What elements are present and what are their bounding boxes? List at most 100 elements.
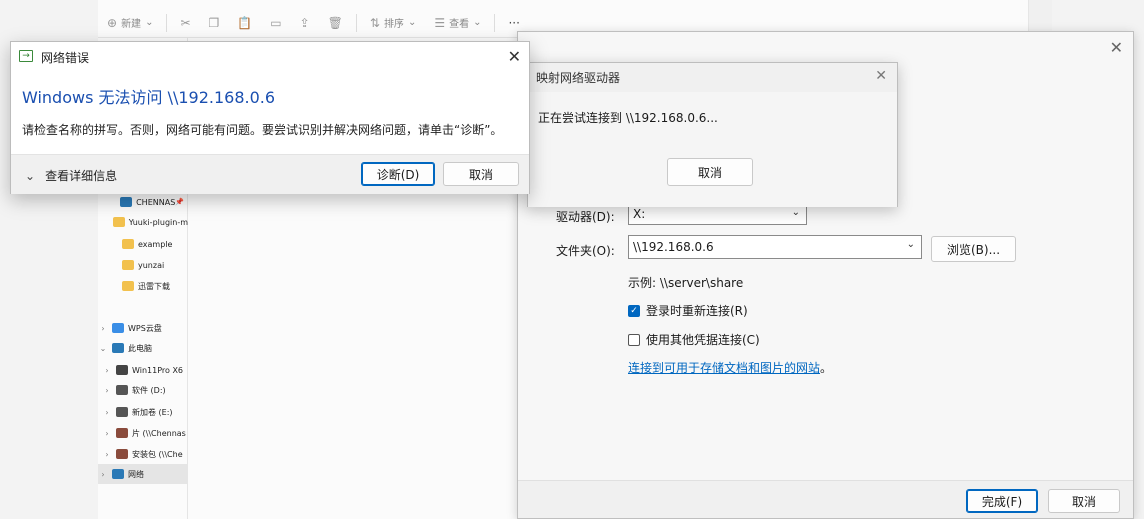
chevron-down-icon: ⌄ — [906, 239, 915, 250]
copy-button[interactable]: ❐ — [200, 8, 229, 38]
paste-icon: 📋 — [237, 15, 253, 30]
wizard-cancel-button[interactable]: 取消 — [1048, 489, 1120, 513]
checkmark-icon: ✓ — [628, 304, 640, 317]
cut-button[interactable]: ✂ — [171, 8, 199, 38]
error-dialog-titlebar: → 网络错误 ✕ — [11, 42, 529, 72]
delete-button[interactable]: 🗑 — [319, 8, 352, 38]
sidebar-item[interactable]: › Win11Pro X6 — [98, 360, 188, 380]
close-icon[interactable]: ✕ — [875, 68, 887, 84]
folder-icon — [122, 260, 134, 270]
nas-icon — [120, 197, 133, 207]
plus-icon: ⊕ — [107, 15, 118, 30]
error-cancel-button[interactable]: 取消 — [443, 162, 519, 186]
error-description: 请检查名称的拼写。否则，网络可能有问题。要尝试识别并解决网络问题，请单击“诊断”… — [22, 123, 503, 137]
sidebar-item[interactable]: › 安装包 (\\Che — [98, 444, 188, 464]
trash-icon: 🗑 — [327, 15, 343, 30]
folder-icon — [112, 217, 125, 227]
chevron-down-icon: ⌄ — [407, 17, 417, 28]
chevron-down-icon: ⌄ — [25, 168, 36, 183]
finish-button[interactable]: 完成(F) — [966, 489, 1038, 513]
chevron-right-icon[interactable]: › — [102, 366, 112, 375]
chevron-down-icon: ⌄ — [791, 207, 800, 218]
chevron-right-icon[interactable]: › — [102, 450, 112, 459]
sidebar-item[interactable]: › 新加卷 (E:) — [98, 402, 188, 422]
sidebar-item-label: 此电脑 — [128, 343, 152, 353]
example-text: 示例: \\server\share — [628, 276, 744, 290]
sidebar-item[interactable]: › 软件 (D:) — [98, 380, 188, 400]
connecting-cancel-button[interactable]: 取消 — [667, 158, 753, 186]
scissors-icon: ✂ — [180, 15, 191, 30]
view-button[interactable]: ☰ 查看 ⌄ — [425, 8, 490, 38]
drive-icon — [116, 365, 128, 375]
pin-icon: 📌 — [175, 198, 184, 206]
sidebar-item[interactable]: › WPS云盘 — [98, 318, 188, 338]
sort-icon: ⇅ — [369, 15, 380, 30]
rename-button[interactable]: ▭ — [261, 8, 290, 38]
paste-button[interactable]: 📋 — [228, 8, 261, 38]
chevron-right-icon[interactable]: › — [102, 386, 112, 395]
sidebar-item-label: 安装包 (\\Che — [132, 449, 183, 459]
sidebar-item-label: 软件 (D:) — [132, 385, 166, 395]
sidebar-item[interactable]: CHENNAS 📌 — [98, 192, 188, 212]
chevron-down-icon: ⌄ — [145, 17, 154, 28]
new-button[interactable]: ⊕ 新建 ⌄ — [98, 8, 162, 38]
connecting-dialog-title: 映射网络驱动器 — [536, 71, 621, 85]
diagnose-button[interactable]: 诊断(D) — [361, 162, 435, 186]
chevron-right-icon[interactable]: › — [102, 408, 112, 417]
show-details-toggle[interactable]: ⌄ 查看详细信息 — [25, 167, 117, 184]
toolbar-divider — [166, 13, 168, 32]
sidebar-item[interactable]: ⌄ 此电脑 — [98, 338, 188, 358]
chevron-right-icon[interactable]: › — [98, 324, 108, 333]
sort-button[interactable]: ⇅ 排序 ⌄ — [361, 8, 425, 38]
view-icon: ☰ — [434, 15, 446, 30]
network-error-dialog: → 网络错误 ✕ Windows 无法访问 \\192.168.0.6 请检查名… — [10, 41, 530, 194]
sidebar-item[interactable]: Yuuki-plugin-m — [98, 212, 188, 232]
sidebar-item[interactable]: yunzai — [98, 255, 188, 275]
network-icon — [112, 469, 124, 479]
other-credentials-checkbox[interactable]: 使用其他凭据连接(C) — [628, 331, 760, 348]
chevron-down-icon[interactable]: ⌄ — [98, 344, 108, 353]
folder-label: 文件夹(O): — [556, 244, 615, 258]
sidebar-item-label: 片 (\\Chennas — [132, 428, 186, 438]
close-icon[interactable]: ✕ — [508, 47, 521, 66]
close-icon[interactable]: ✕ — [1110, 38, 1123, 57]
website-link-row: 连接到可用于存储文档和图片的网站。 — [628, 361, 833, 375]
sidebar-item-label: example — [138, 239, 173, 249]
computer-icon — [112, 343, 124, 353]
sidebar-item-label: WPS云盘 — [128, 323, 162, 333]
sidebar-item[interactable]: example — [98, 234, 188, 254]
copy-icon: ❐ — [208, 15, 220, 30]
network-drive-icon — [116, 428, 128, 438]
reconnect-checkbox[interactable]: ✓ 登录时重新连接(R) — [628, 302, 748, 319]
sidebar-item[interactable]: 迅雷下载 — [98, 276, 188, 296]
website-link[interactable]: 连接到可用于存储文档和图片的网站 — [628, 361, 820, 375]
network-error-icon: → — [19, 50, 33, 62]
folder-icon — [122, 239, 134, 249]
sidebar-item-label: yunzai — [138, 260, 165, 270]
cloud-icon — [112, 323, 124, 333]
share-icon: ⇪ — [299, 15, 310, 30]
sidebar-item-label: Win11Pro X6 — [132, 365, 184, 375]
browse-button[interactable]: 浏览(B)... — [931, 236, 1016, 262]
sidebar-item[interactable]: › 片 (\\Chennas — [98, 423, 188, 443]
error-dialog-title: 网络错误 — [41, 51, 90, 65]
drive-label: 驱动器(D): — [556, 210, 615, 224]
sidebar-item-label: 迅雷下载 — [138, 281, 170, 291]
chevron-right-icon[interactable]: › — [98, 470, 108, 479]
sidebar-item-label: 网络 — [128, 469, 144, 479]
rename-icon: ▭ — [270, 15, 282, 30]
folder-combobox[interactable]: \\192.168.0.6 ⌄ — [628, 235, 922, 259]
share-button[interactable]: ⇪ — [291, 8, 319, 38]
drive-icon — [116, 407, 128, 417]
chevron-right-icon[interactable]: › — [102, 429, 112, 438]
chevron-down-icon: ⌄ — [473, 17, 482, 28]
drive-icon — [116, 385, 128, 395]
sidebar-item[interactable]: › 网络 — [98, 464, 188, 484]
error-heading: Windows 无法访问 \\192.168.0.6 — [22, 88, 276, 107]
sidebar-item-label: 新加卷 (E:) — [132, 407, 173, 417]
folder-icon — [122, 281, 134, 291]
toolbar-divider — [355, 13, 357, 32]
toolbar-divider — [494, 13, 496, 32]
sidebar-item-label: CHENNAS — [136, 197, 176, 207]
sidebar-item-label: Yuuki-plugin-m — [128, 217, 188, 227]
